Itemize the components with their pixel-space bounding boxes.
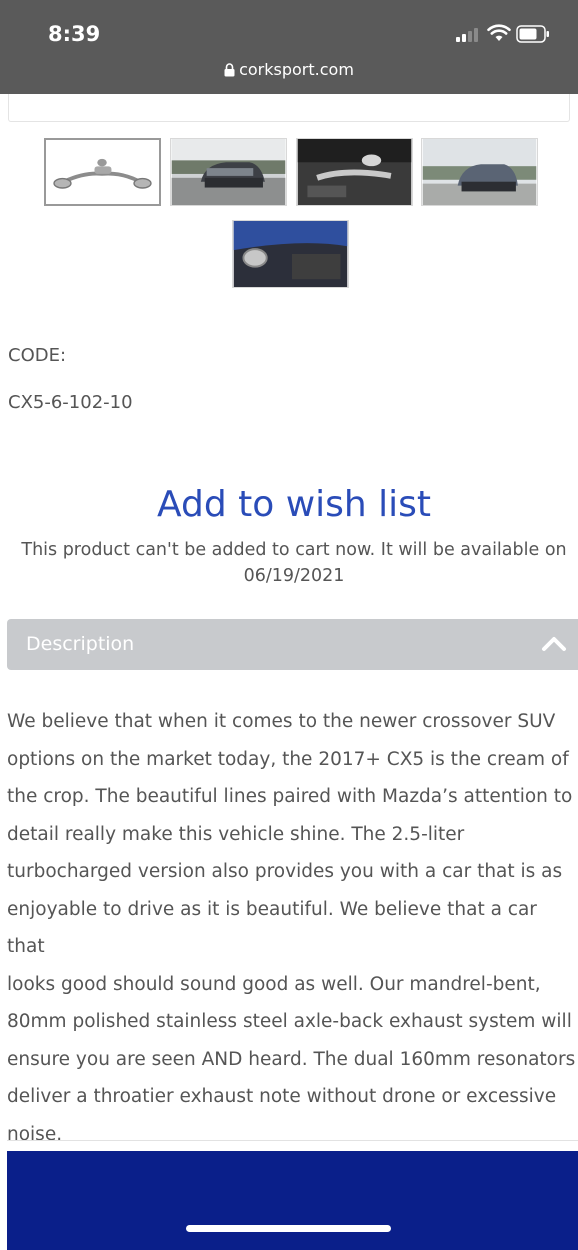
add-to-wishlist-link[interactable]: Add to wish list xyxy=(0,484,578,525)
description-title: Description xyxy=(26,633,135,655)
description-line: noise. xyxy=(7,1123,63,1145)
description-line: enjoyable to drive as it is beautiful. W… xyxy=(7,898,537,958)
exhaust-installed-underside-photo xyxy=(297,139,412,205)
availability-date: 06/19/2021 xyxy=(243,566,345,586)
description-line: the crop. The beautiful lines paired wit… xyxy=(7,786,573,807)
exhaust-tip-closeup-photo xyxy=(233,221,348,287)
description-line: We believe that when it comes to the new… xyxy=(7,711,556,732)
description-line: deliver a throatier exhaust note without… xyxy=(7,1086,557,1107)
description-text: We believe that when it comes to the new… xyxy=(7,703,577,1153)
exhaust-system-photo xyxy=(47,140,158,204)
availability-message: This product can't be added to cart now.… xyxy=(0,537,578,589)
cx5-rear-field-photo xyxy=(422,139,537,205)
chevron-up-icon xyxy=(542,637,566,651)
section-divider xyxy=(7,1140,578,1141)
availability-text: This product can't be added to cart now.… xyxy=(21,540,567,560)
thumbnail-exhaust-system[interactable] xyxy=(44,138,161,206)
description-line: options on the market today, the 2017+ C… xyxy=(7,748,569,770)
product-code-label: CODE: xyxy=(8,345,67,366)
cx5-rear-road-photo xyxy=(171,139,286,205)
lock-icon xyxy=(224,63,235,77)
thumbnail-exhaust-tip-closeup[interactable] xyxy=(232,220,349,288)
footer-banner xyxy=(7,1151,578,1250)
product-code-value: CX5-6-102-10 xyxy=(8,392,133,413)
thumbnail-cx5-rear-road[interactable] xyxy=(170,138,287,206)
description-line: 80mm polished stainless steel axle-back … xyxy=(7,1011,572,1032)
wifi-icon xyxy=(487,24,511,41)
thumbnail-cx5-rear-field[interactable] xyxy=(421,138,538,206)
description-line: detail really make this vehicle shine. T… xyxy=(7,823,465,845)
description-line: ensure you are seen AND heard. The dual … xyxy=(7,1048,576,1070)
description-accordion-header[interactable]: Description xyxy=(7,619,578,670)
signal-icon xyxy=(456,26,484,42)
url-text: corksport.com xyxy=(239,60,354,79)
status-bar: 8:39 corksport.com xyxy=(0,0,578,94)
thumbnail-exhaust-installed[interactable] xyxy=(296,138,413,206)
address-bar[interactable]: corksport.com xyxy=(0,60,578,84)
status-time: 8:39 xyxy=(48,22,101,46)
top-card-edge xyxy=(8,94,570,122)
description-line: looks good should sound good as well. Ou… xyxy=(7,973,541,995)
battery-icon xyxy=(516,25,549,43)
description-line: turbocharged version also provides you w… xyxy=(7,861,563,882)
home-indicator[interactable] xyxy=(186,1225,391,1232)
